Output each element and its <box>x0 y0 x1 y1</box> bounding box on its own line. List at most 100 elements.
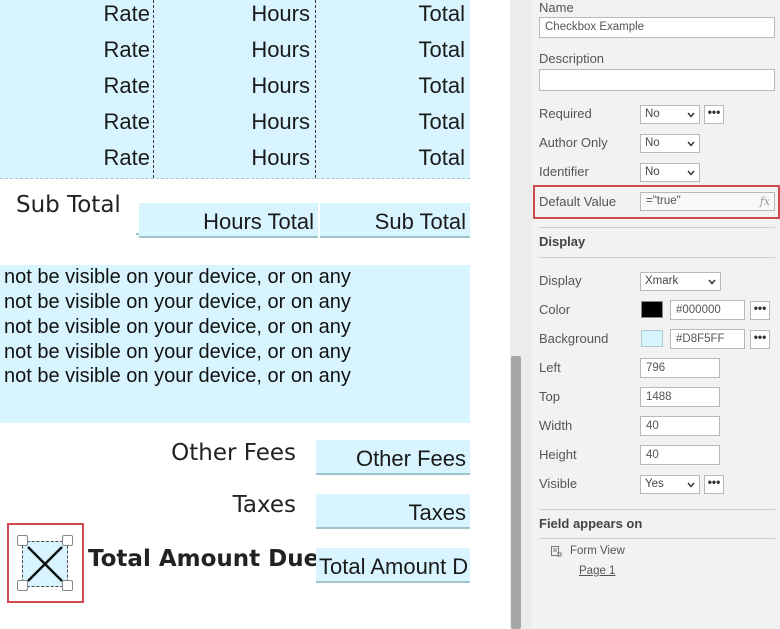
scrollbar-thumb[interactable] <box>511 356 521 629</box>
chevron-down-icon <box>687 170 695 176</box>
default-value-input[interactable]: ="true" fx <box>640 192 775 211</box>
display-section-title: Display <box>539 234 586 249</box>
divider <box>539 227 775 228</box>
total-field[interactable]: Total <box>318 34 465 70</box>
background-swatch[interactable] <box>641 330 663 347</box>
color-input[interactable]: #000000 <box>670 300 745 320</box>
chevron-down-icon <box>708 279 716 285</box>
required-select[interactable]: No <box>640 105 700 124</box>
text-line: not be visible on your device, or on any <box>4 341 351 363</box>
text-line: not be visible on your device, or on any <box>4 291 351 313</box>
height-label: Height <box>539 447 577 462</box>
text-line: not be visible on your device, or on any <box>4 266 351 288</box>
rate-field[interactable]: Rate <box>0 70 150 106</box>
page-1-link[interactable]: Page 1 <box>579 565 615 577</box>
identifier-select[interactable]: No <box>640 163 700 182</box>
resize-handle[interactable] <box>17 535 28 546</box>
hours-field[interactable]: Hours <box>155 142 310 178</box>
fx-icon[interactable]: fx <box>760 193 770 210</box>
left-label: Left <box>539 360 561 375</box>
default-value-label: Default Value <box>539 194 617 209</box>
identifier-value: No <box>645 166 660 178</box>
hours-total-field[interactable]: Hours Total <box>139 203 318 238</box>
column-divider <box>153 0 154 178</box>
text-line: not be visible on your device, or on any <box>4 316 351 338</box>
chevron-down-icon <box>687 141 695 147</box>
field-appears-on-title: Field appears on <box>539 516 643 531</box>
sub-total-field[interactable]: Sub Total <box>320 203 470 238</box>
required-value: No <box>645 108 660 120</box>
hours-field[interactable]: Hours <box>155 70 310 106</box>
chevron-down-icon <box>687 112 695 118</box>
taxes-field[interactable]: Taxes <box>316 494 470 529</box>
required-label: Required <box>539 106 592 121</box>
rate-field[interactable]: Rate <box>0 34 150 70</box>
visible-label: Visible <box>539 476 578 491</box>
divider <box>539 509 775 510</box>
table-row[interactable]: Rate Hours Total <box>0 34 470 71</box>
top-input[interactable]: 1488 <box>640 387 720 407</box>
hours-field[interactable]: Hours <box>155 0 310 34</box>
left-input[interactable]: 796 <box>640 358 720 378</box>
total-amount-due-label: Total Amount Due <box>88 546 320 572</box>
table-row[interactable]: Rate Hours Total <box>0 106 470 143</box>
resize-handle[interactable] <box>62 580 73 591</box>
xmark-icon <box>27 546 63 582</box>
height-input[interactable]: 40 <box>640 445 720 465</box>
width-label: Width <box>539 418 573 433</box>
form-view-icon <box>551 546 562 557</box>
total-amount-due-field[interactable]: Total Amount D <box>316 548 470 583</box>
form-view-label: Form View <box>570 545 625 557</box>
table-row[interactable]: Rate Hours Total <box>0 70 470 107</box>
visible-more-button[interactable]: ••• <box>704 475 724 494</box>
hours-field[interactable]: Hours <box>155 106 310 142</box>
name-input[interactable]: Checkbox Example <box>539 17 775 38</box>
divider <box>539 538 775 539</box>
color-swatch[interactable] <box>641 301 663 318</box>
visible-value: Yes <box>645 478 664 490</box>
display-label: Display <box>539 273 582 288</box>
top-label: Top <box>539 389 560 404</box>
background-more-button[interactable]: ••• <box>750 330 770 349</box>
total-field[interactable]: Total <box>318 106 465 142</box>
total-field[interactable]: Total <box>318 0 465 34</box>
required-more-button[interactable]: ••• <box>704 105 724 124</box>
display-select[interactable]: Xmark <box>640 272 721 291</box>
total-field[interactable]: Total <box>318 70 465 106</box>
default-value-text: ="true" <box>646 195 681 207</box>
total-field[interactable]: Total <box>318 142 465 178</box>
resize-handle[interactable] <box>62 535 73 546</box>
width-input[interactable]: 40 <box>640 416 720 436</box>
author-only-select[interactable]: No <box>640 134 700 153</box>
identifier-label: Identifier <box>539 164 589 179</box>
background-input[interactable]: #D8F5FF <box>670 329 745 349</box>
column-divider <box>315 0 316 178</box>
taxes-label: Taxes <box>232 492 296 518</box>
color-label: Color <box>539 302 571 317</box>
background-label: Background <box>539 331 609 346</box>
table-row[interactable]: Rate Hours Total <box>0 142 470 179</box>
divider <box>539 257 775 258</box>
table-row[interactable]: Rate Hours Total <box>0 0 470 35</box>
form-canvas[interactable]: Rate Hours Total Rate Hours Total Rate H… <box>0 0 510 629</box>
hours-field[interactable]: Hours <box>155 34 310 70</box>
other-fees-label: Other Fees <box>171 440 296 466</box>
rate-field[interactable]: Rate <box>0 0 150 34</box>
subtotal-label: Sub Total <box>16 192 121 218</box>
chevron-down-icon <box>687 482 695 488</box>
resize-handle[interactable] <box>17 580 28 591</box>
description-label: Description <box>539 51 605 66</box>
author-only-value: No <box>645 137 660 149</box>
description-input[interactable] <box>539 69 775 91</box>
display-value: Xmark <box>645 275 679 287</box>
author-only-label: Author Only <box>539 135 608 150</box>
rate-field[interactable]: Rate <box>0 142 150 178</box>
visible-select[interactable]: Yes <box>640 475 700 494</box>
checkbox-field[interactable] <box>22 541 68 587</box>
name-label: Name <box>539 0 574 15</box>
multiline-text-field[interactable]: not be visible on your device, or on any… <box>0 265 470 423</box>
rate-field[interactable]: Rate <box>0 106 150 142</box>
color-more-button[interactable]: ••• <box>750 301 770 320</box>
text-line: not be visible on your device, or on any <box>4 365 351 387</box>
other-fees-field[interactable]: Other Fees <box>316 440 470 475</box>
